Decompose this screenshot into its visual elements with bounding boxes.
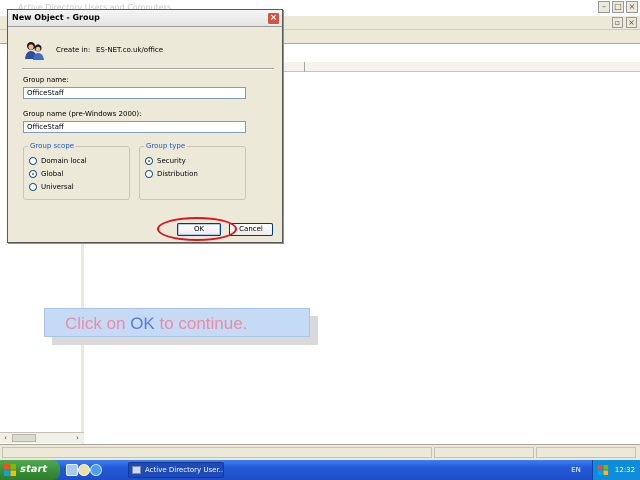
- group-icon: [25, 42, 44, 60]
- ok-highlight-ellipse: [157, 217, 237, 241]
- language-indicator[interactable]: EN: [566, 463, 586, 477]
- radio-icon[interactable]: [29, 157, 37, 165]
- mmc-status-bar: [0, 444, 640, 460]
- scroll-left-icon[interactable]: ‹: [1, 434, 10, 443]
- dialog-title: New Object - Group: [12, 13, 100, 22]
- group-type-legend: Group type: [144, 142, 188, 150]
- close-window-button[interactable]: ×: [626, 1, 638, 13]
- child-restore-button[interactable]: ▫: [612, 17, 623, 28]
- callout-text-part: to continue.: [154, 314, 248, 333]
- divider: [22, 68, 274, 70]
- taskbar-item-active-directory[interactable]: Active Directory User...: [128, 462, 224, 478]
- maximize-button[interactable]: □: [612, 1, 624, 13]
- create-in-label: Create in:: [56, 46, 91, 54]
- status-segment: [2, 447, 432, 458]
- radio-label: Universal: [41, 183, 74, 191]
- callout-text: Click on OK to continue.: [65, 314, 247, 333]
- radio-selected-icon[interactable]: [145, 157, 153, 165]
- start-label: start: [20, 464, 48, 475]
- callout-text-part: Click on: [65, 314, 131, 333]
- radio-label: Security: [157, 157, 186, 165]
- radio-selected-icon[interactable]: [29, 170, 37, 178]
- group-name-input[interactable]: OfficeStaff: [23, 87, 246, 99]
- group-name-pre2000-input[interactable]: OfficeStaff: [23, 121, 246, 133]
- start-button[interactable]: start: [0, 460, 60, 480]
- create-in-path: ES-NET.co.uk/office: [96, 46, 164, 54]
- radio-label: Distribution: [157, 170, 198, 178]
- radio-label: Domain local: [41, 157, 87, 165]
- column-separator[interactable]: [304, 62, 305, 72]
- status-segment: [536, 447, 636, 458]
- radio-icon[interactable]: [145, 170, 153, 178]
- minimize-button[interactable]: –: [598, 1, 610, 13]
- new-object-group-dialog: New Object - Group × Create in: ES-NET.c…: [7, 9, 283, 243]
- scroll-right-icon[interactable]: ›: [73, 434, 82, 443]
- radio-icon[interactable]: [29, 183, 37, 191]
- group-scope-box: Group scope Domain local Global Universa…: [23, 142, 130, 200]
- scroll-thumb[interactable]: [12, 434, 36, 442]
- system-tray: 12:32: [592, 460, 640, 480]
- windows-flag-icon: [4, 464, 16, 476]
- child-close-button[interactable]: ×: [626, 17, 637, 28]
- show-desktop-icon[interactable]: [66, 464, 78, 476]
- explorer-quicklaunch-icon[interactable]: [78, 464, 90, 476]
- internet-explorer-icon[interactable]: [90, 464, 102, 476]
- group-name-label: Group name:: [23, 76, 69, 84]
- taskbar-item-label: Active Directory User...: [145, 466, 224, 474]
- network-tray-icon[interactable]: [598, 465, 608, 475]
- instruction-callout: Click on OK to continue.: [44, 308, 310, 337]
- tree-horizontal-scrollbar[interactable]: ‹ ›: [0, 432, 84, 443]
- mmc-icon: [132, 466, 141, 474]
- dialog-title-bar[interactable]: New Object - Group ×: [8, 10, 282, 27]
- group-type-box: Group type Security Distribution: [139, 142, 246, 200]
- callout-text-accent: OK: [130, 314, 155, 333]
- group-scope-legend: Group scope: [28, 142, 77, 150]
- status-segment: [434, 447, 534, 458]
- group-name-pre2000-label: Group name (pre-Windows 2000):: [23, 110, 142, 118]
- radio-label: Global: [41, 170, 64, 178]
- clock[interactable]: 12:32: [611, 460, 639, 480]
- taskbar: start Active Directory User... EN 12:32: [0, 460, 640, 480]
- dialog-close-button[interactable]: ×: [267, 12, 280, 25]
